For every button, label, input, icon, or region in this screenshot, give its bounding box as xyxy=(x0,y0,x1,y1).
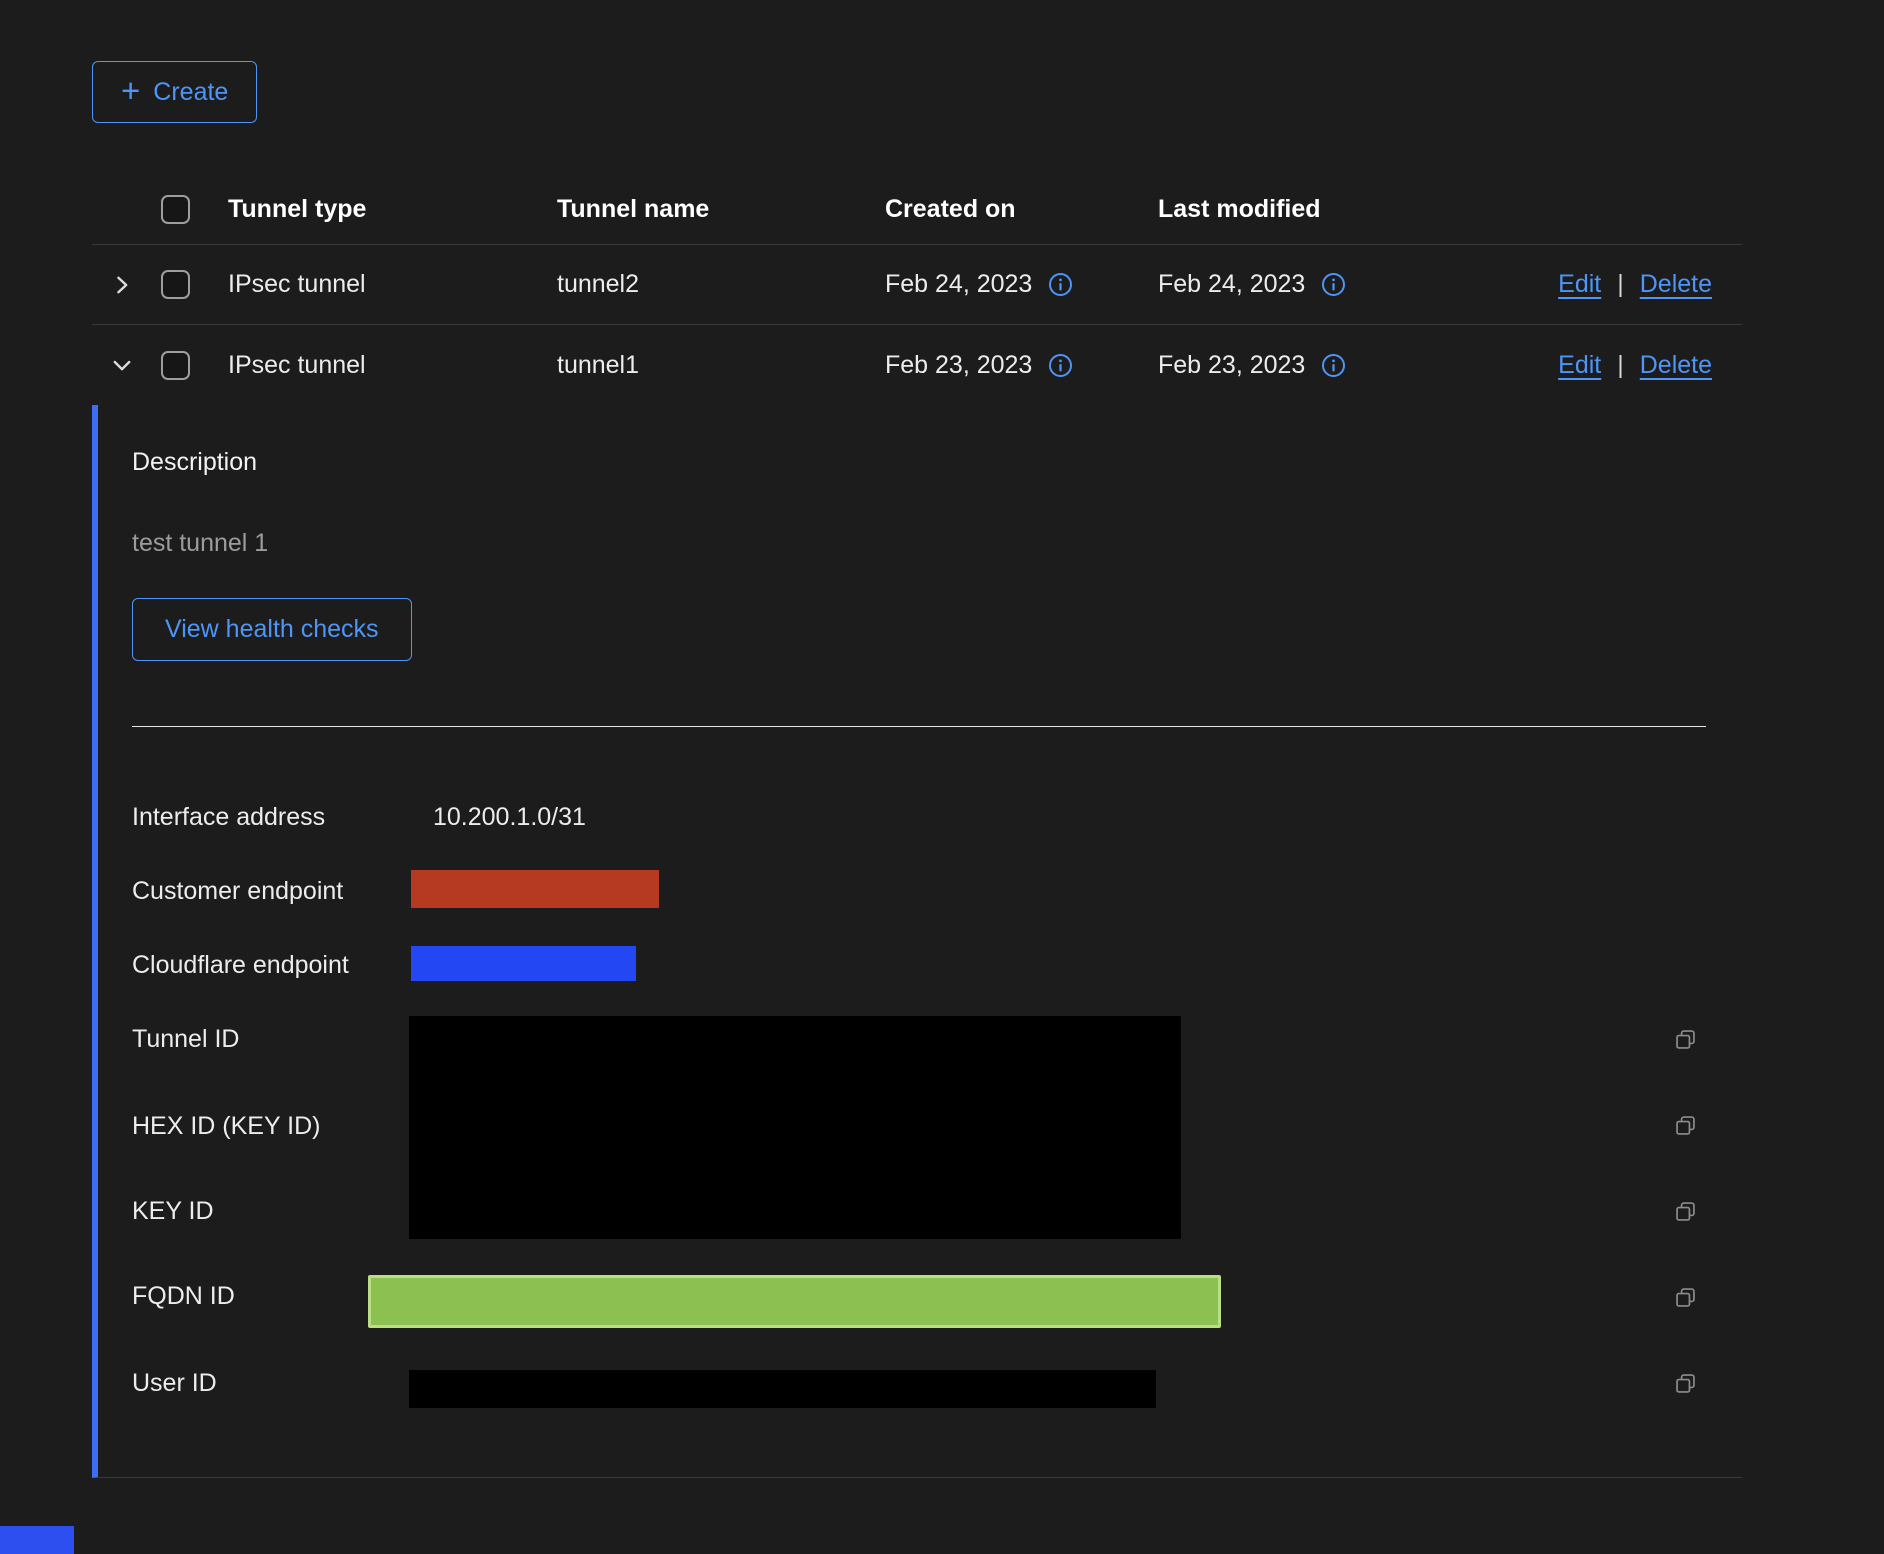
field-label-customer-endpoint: Customer endpoint xyxy=(132,876,343,906)
details-fields: Interface address 10.200.1.0/31 Customer… xyxy=(132,727,1742,1478)
edit-link[interactable]: Edit xyxy=(1558,270,1601,299)
tunnels-page: + Create Tunnel type Tunnel name Created… xyxy=(0,0,1884,1554)
tunnel-type-cell: IPsec tunnel xyxy=(214,351,543,380)
tunnel-id-redaction xyxy=(409,1016,1181,1239)
user-id-redaction xyxy=(409,1370,1156,1408)
copy-icon[interactable] xyxy=(1672,1284,1699,1311)
tunnel-name-cell: tunnel1 xyxy=(543,351,871,380)
created-on-value: Feb 24, 2023 xyxy=(885,270,1032,299)
create-button-label: Create xyxy=(153,78,228,107)
table-header-row: Tunnel type Tunnel name Created on Last … xyxy=(92,175,1742,245)
bottom-left-redaction xyxy=(0,1526,74,1554)
copy-icon[interactable] xyxy=(1672,1198,1699,1225)
last-modified-value: Feb 24, 2023 xyxy=(1158,270,1305,299)
field-label-user-id: User ID xyxy=(132,1368,217,1398)
copy-icon[interactable] xyxy=(1672,1112,1699,1139)
row-checkbox[interactable] xyxy=(161,351,190,380)
select-all-checkbox[interactable] xyxy=(161,195,190,224)
col-header-tunnel-name: Tunnel name xyxy=(543,195,871,224)
chevron-down-icon[interactable] xyxy=(106,349,138,381)
field-label-fqdn-id: FQDN ID xyxy=(132,1281,235,1311)
col-header-tunnel-type: Tunnel type xyxy=(214,195,543,224)
created-on-value: Feb 23, 2023 xyxy=(885,351,1032,380)
tunnels-table: Tunnel type Tunnel name Created on Last … xyxy=(92,175,1742,1478)
chevron-right-icon[interactable] xyxy=(106,269,138,301)
actions-separator: | xyxy=(1617,270,1624,299)
info-icon[interactable] xyxy=(1321,272,1346,297)
actions-separator: | xyxy=(1617,351,1624,380)
interface-address-value: 10.200.1.0/31 xyxy=(433,802,586,832)
copy-icon[interactable] xyxy=(1672,1026,1699,1053)
field-label-tunnel-id: Tunnel ID xyxy=(132,1024,239,1054)
tunnel-details-panel: Description test tunnel 1 View health ch… xyxy=(92,405,1742,1478)
copy-icon[interactable] xyxy=(1672,1370,1699,1397)
plus-icon: + xyxy=(121,74,140,107)
tunnel-type-cell: IPsec tunnel xyxy=(214,270,543,299)
fqdn-id-redaction xyxy=(368,1275,1221,1328)
row-checkbox[interactable] xyxy=(161,270,190,299)
description-value: test tunnel 1 xyxy=(132,528,1742,558)
table-row-tunnel1: IPsec tunnel tunnel1 Feb 23, 2023 Feb 23… xyxy=(92,325,1742,405)
tunnel-name-cell: tunnel2 xyxy=(543,270,871,299)
col-header-created-on: Created on xyxy=(871,195,1144,224)
last-modified-value: Feb 23, 2023 xyxy=(1158,351,1305,380)
customer-endpoint-redaction xyxy=(411,870,659,908)
field-label-cloudflare-endpoint: Cloudflare endpoint xyxy=(132,950,349,980)
info-icon[interactable] xyxy=(1321,353,1346,378)
create-button[interactable]: + Create xyxy=(92,61,257,123)
field-label-key-id: KEY ID xyxy=(132,1196,214,1226)
view-health-checks-button[interactable]: View health checks xyxy=(132,598,412,661)
field-label-hex-id: HEX ID (KEY ID) xyxy=(132,1111,320,1141)
info-icon[interactable] xyxy=(1048,353,1073,378)
edit-link[interactable]: Edit xyxy=(1558,351,1601,380)
delete-link[interactable]: Delete xyxy=(1640,270,1712,299)
delete-link[interactable]: Delete xyxy=(1640,351,1712,380)
field-label-interface-address: Interface address xyxy=(132,802,325,832)
cloudflare-endpoint-redaction xyxy=(411,946,636,981)
table-row-tunnel2: IPsec tunnel tunnel2 Feb 24, 2023 Feb 24… xyxy=(92,245,1742,325)
col-header-last-modified: Last modified xyxy=(1144,195,1460,224)
description-label: Description xyxy=(132,405,1742,477)
info-icon[interactable] xyxy=(1048,272,1073,297)
